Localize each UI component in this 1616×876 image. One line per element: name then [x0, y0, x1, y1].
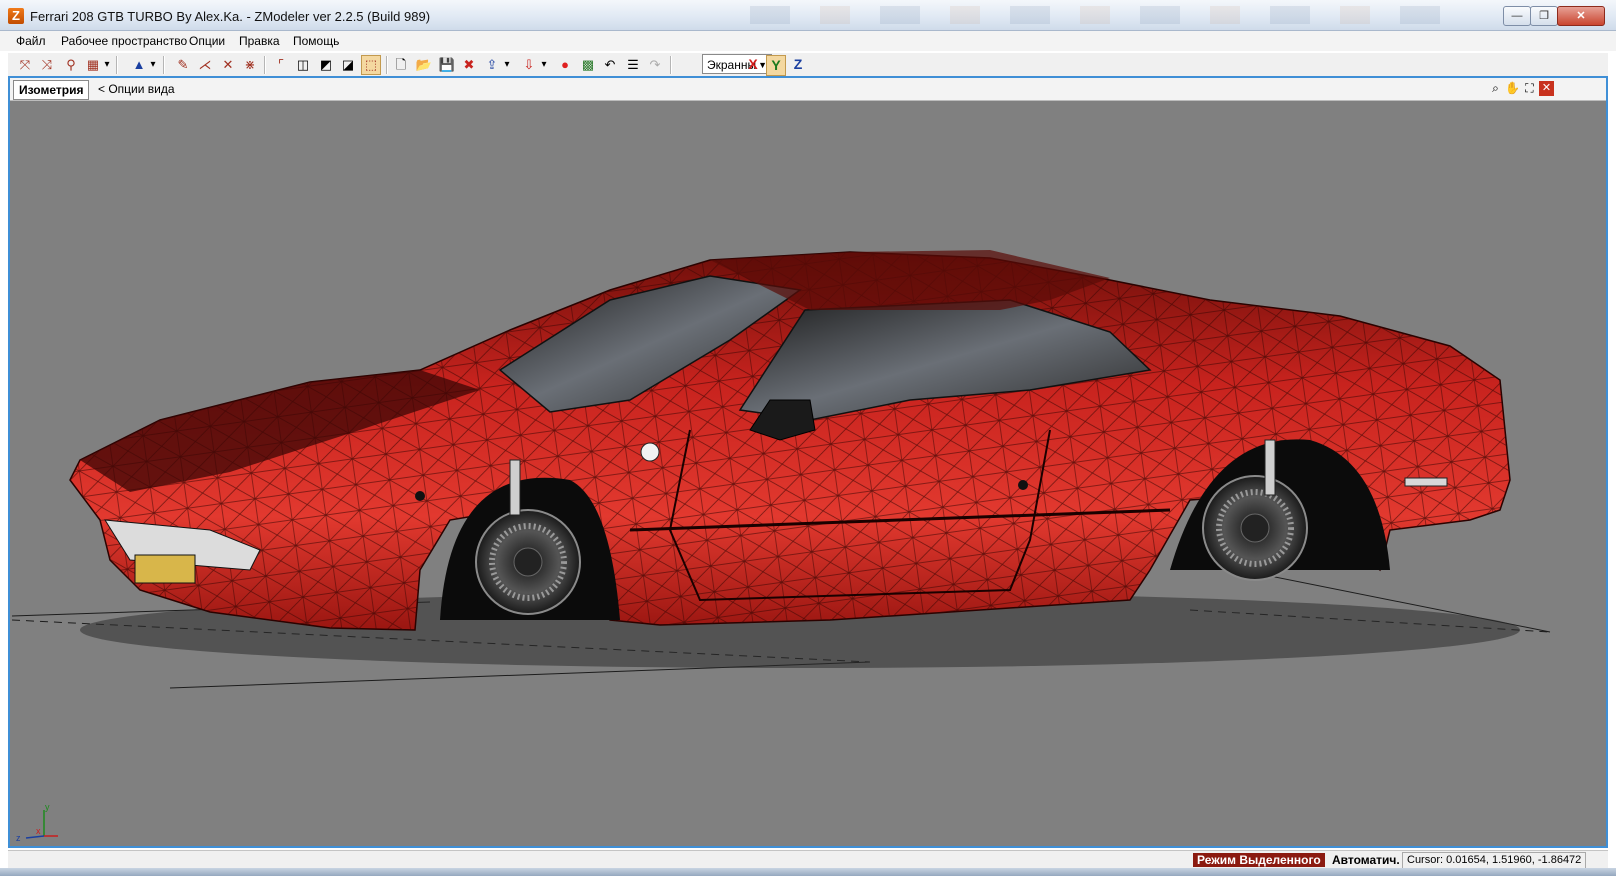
dropdown-arrow-icon[interactable]: ▾	[502, 56, 512, 74]
undo-icon[interactable]: ↶	[601, 56, 619, 74]
toolbar-separator	[386, 56, 388, 74]
front-license-plate	[134, 554, 196, 584]
snap-icon[interactable]: ⌜	[272, 56, 290, 74]
cube-wire-icon[interactable]: ◪	[339, 56, 357, 74]
title-bar: Z Ferrari 208 GTB TURBO By Alex.Ka. - ZM…	[0, 0, 1616, 31]
gizmo-x-label: x	[36, 826, 41, 836]
pan-icon[interactable]: ✋	[1505, 81, 1520, 96]
select-object-icon[interactable]: ▦	[84, 56, 102, 74]
window-title: Ferrari 208 GTB TURBO By Alex.Ka. - ZMod…	[30, 9, 431, 24]
rear-light	[1404, 477, 1448, 487]
toolbar-separator	[264, 56, 266, 74]
status-bar: Режим Выделенного Автоматич. Cursor: 0.0…	[8, 850, 1608, 869]
view-name-tab[interactable]: Изометрия	[13, 80, 90, 100]
toolbar-separator	[670, 56, 672, 74]
axis-z-toggle[interactable]: Z	[789, 55, 807, 74]
car-model	[69, 250, 1511, 631]
zoom-icon[interactable]: ⌕	[1488, 81, 1503, 96]
material-sphere-icon[interactable]: ●	[556, 56, 574, 74]
box-icon[interactable]: ◫	[294, 56, 312, 74]
side-marker	[415, 491, 425, 501]
menu-options[interactable]: Опции	[189, 34, 225, 48]
toolbar-separator	[163, 56, 165, 74]
texture-icon[interactable]: ▩	[579, 56, 597, 74]
redo-icon[interactable]: ↷	[646, 56, 664, 74]
app-logo-icon: Z	[8, 8, 24, 24]
os-taskbar	[0, 868, 1616, 876]
weld-icon[interactable]: ⋌	[196, 56, 214, 74]
dropdown-arrow-icon[interactable]: ▾	[539, 56, 549, 74]
minimize-button[interactable]: —	[1503, 6, 1531, 26]
cursor-coordinates: Cursor: 0.01654, 1.51960, -1.86472	[1402, 852, 1587, 869]
maximize-button[interactable]: ❐	[1530, 6, 1558, 26]
open-file-icon[interactable]: 📂	[415, 56, 433, 74]
axis-x-toggle[interactable]: X	[744, 55, 762, 74]
viewport[interactable]: Изометрия < Опции вида ⌕ ✋ ⛶ ✕ y z x	[8, 76, 1608, 848]
cut-edge-icon[interactable]: ✕	[219, 56, 237, 74]
auto-mode-indicator[interactable]: Автоматич.	[1332, 853, 1400, 867]
axis-gizmo: y z x	[16, 802, 58, 842]
new-file-icon[interactable]: 🗋	[392, 56, 410, 74]
front-suspension	[509, 459, 521, 516]
dropdown-arrow-icon[interactable]: ▾	[102, 56, 112, 74]
cube-shaded-icon[interactable]: ⬚	[361, 55, 381, 75]
export-icon[interactable]: ⇩	[520, 56, 538, 74]
title-bar-decoration	[750, 6, 1470, 24]
ferrari-badge	[640, 442, 660, 462]
split-icon[interactable]: ⋇	[241, 56, 259, 74]
gizmo-y-label: y	[45, 802, 50, 812]
select-bone-icon[interactable]: ⚲	[62, 56, 80, 74]
door-handle	[1018, 480, 1028, 490]
select-edge-icon[interactable]: ⤨	[38, 56, 56, 74]
import-icon[interactable]: ⇪	[483, 56, 501, 74]
delete-icon[interactable]: ✖	[460, 56, 478, 74]
menu-bar: Файл Рабочее пространство Опции Правка П…	[0, 31, 1616, 51]
gizmo-z-label: z	[16, 833, 21, 842]
cone-primitive-icon[interactable]: ▲	[130, 56, 148, 74]
fit-view-icon[interactable]: ⛶	[1522, 81, 1537, 96]
viewport-header: Изометрия < Опции вида ⌕ ✋ ⛶ ✕	[10, 78, 1606, 101]
dropdown-arrow-icon[interactable]: ▾	[148, 56, 158, 74]
menu-file[interactable]: Файл	[16, 34, 46, 48]
save-icon[interactable]: 💾	[438, 56, 456, 74]
close-view-icon[interactable]: ✕	[1539, 81, 1554, 96]
properties-icon[interactable]: ☰	[624, 56, 642, 74]
cube-icon[interactable]: ◩	[317, 56, 335, 74]
select-vertex-icon[interactable]: ⤧	[16, 56, 34, 74]
close-button[interactable]: ✕	[1557, 6, 1605, 26]
main-toolbar: ⤧ ⤨ ⚲ ▦ ▾ ▲ ▾ ✎ ⋌ ✕ ⋇ ⌜ ◫ ◩ ◪ ⬚ 🗋 📂 💾 ✖ …	[8, 52, 1608, 78]
menu-workspace[interactable]: Рабочее пространство	[61, 34, 187, 48]
3d-scene[interactable]	[10, 100, 1606, 844]
selection-mode-indicator[interactable]: Режим Выделенного	[1193, 853, 1325, 867]
axis-y-toggle[interactable]: Y	[766, 55, 786, 76]
toolbar-separator	[116, 56, 118, 74]
view-options-toggle[interactable]: < Опции вида	[98, 82, 175, 96]
paint-tool-icon[interactable]: ✎	[174, 56, 192, 74]
menu-help[interactable]: Помощь	[293, 34, 339, 48]
rear-suspension	[1264, 439, 1276, 496]
menu-edit[interactable]: Правка	[239, 34, 280, 48]
